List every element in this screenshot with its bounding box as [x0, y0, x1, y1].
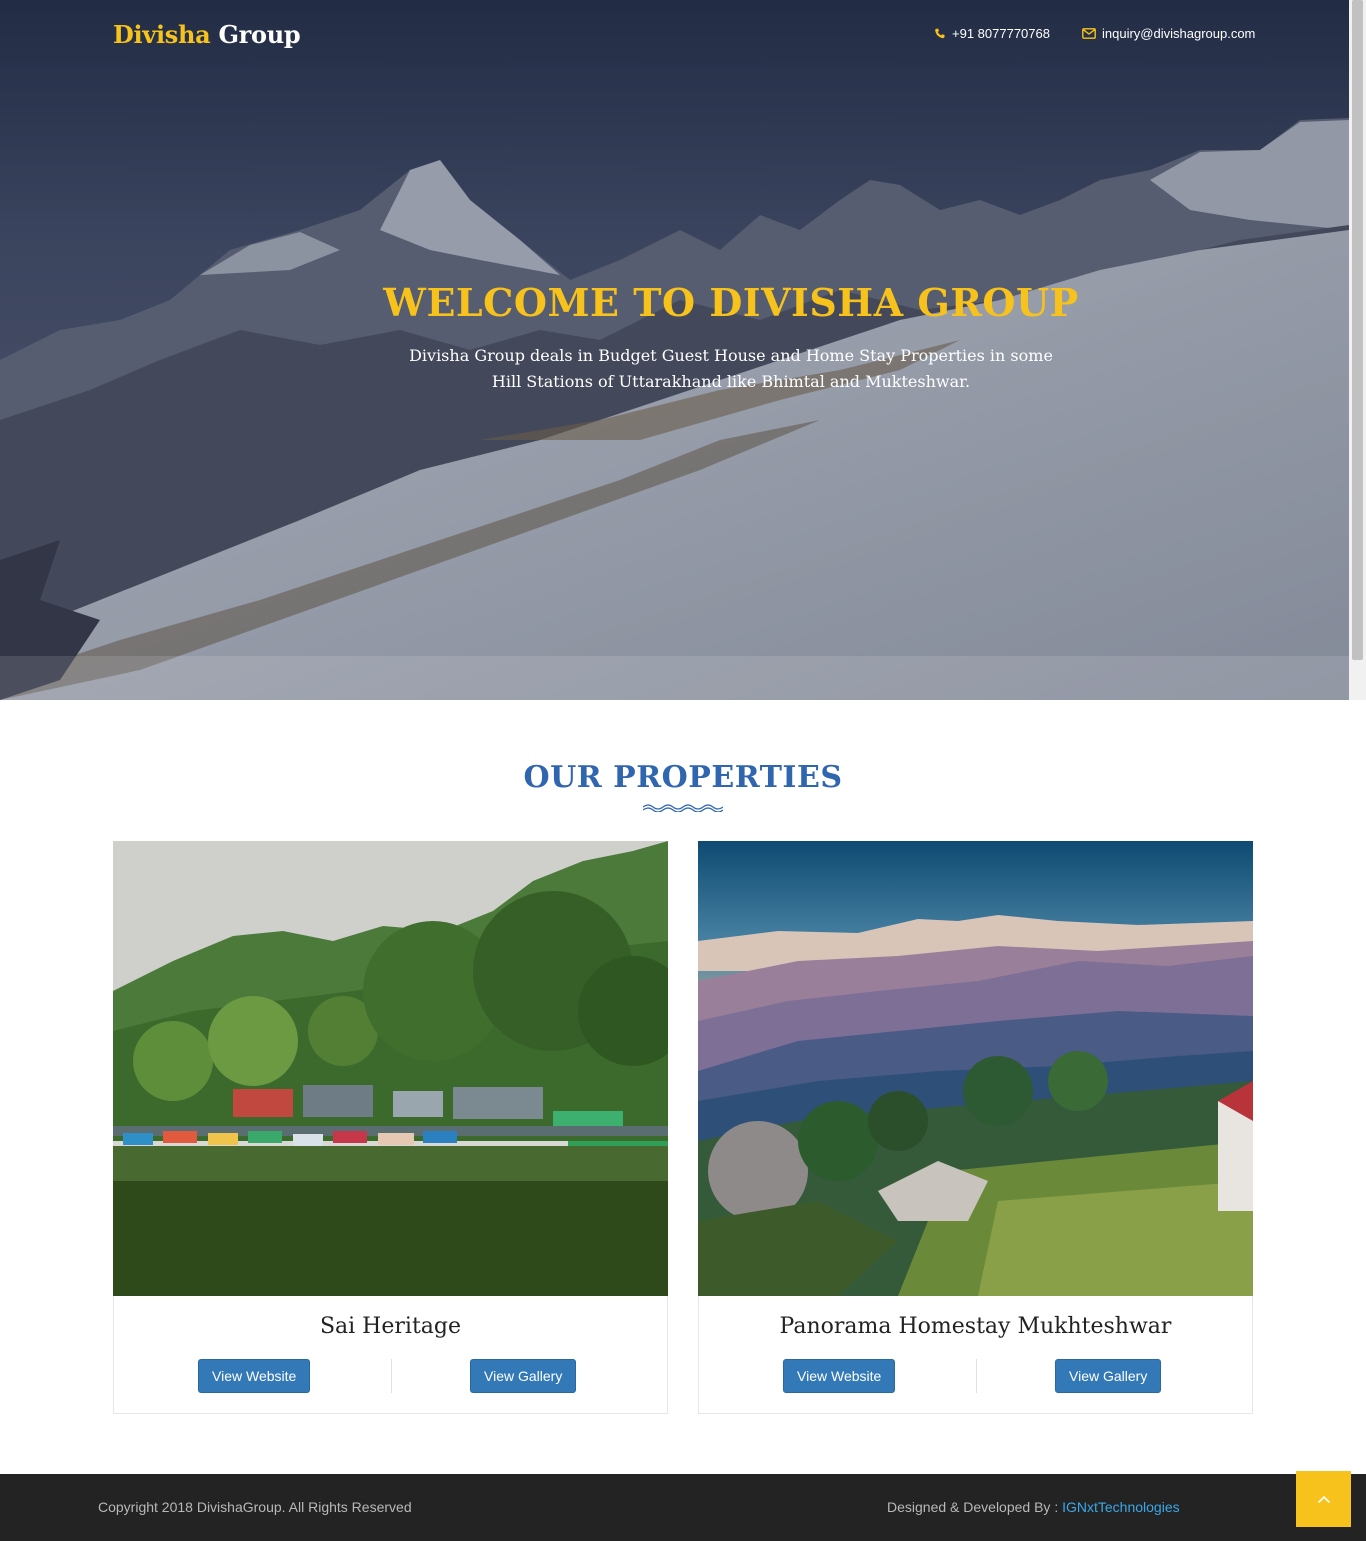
scrollbar-thumb[interactable] — [1352, 0, 1363, 660]
view-gallery-button[interactable]: View Gallery — [470, 1359, 577, 1393]
view-gallery-button[interactable]: View Gallery — [1055, 1359, 1162, 1393]
property-card-panorama-homestay: Panorama Homestay Mukhteshwar View Websi… — [698, 841, 1253, 1414]
envelope-icon — [1082, 28, 1096, 39]
wave-divider-icon — [643, 804, 723, 812]
button-divider — [976, 1359, 977, 1393]
property-image-lake[interactable] — [113, 841, 668, 1296]
hero-bottom-band — [0, 656, 1349, 700]
logo-text-secondary: Group — [218, 20, 301, 49]
property-image-mountains[interactable] — [698, 841, 1253, 1296]
credit-prefix: Designed & Developed By : — [887, 1499, 1059, 1515]
button-divider — [391, 1359, 392, 1393]
view-website-button[interactable]: View Website — [198, 1359, 311, 1393]
property-card-sai-heritage: Sai Heritage View Website View Gallery — [113, 841, 668, 1414]
developer-credit: Designed & Developed By : IGNxtTechnolog… — [887, 1499, 1180, 1515]
hero-subtitle: Divisha Group deals in Budget Guest Hous… — [409, 346, 1053, 391]
properties-section-title: OUR PROPERTIES — [523, 760, 843, 795]
page-scrollbar[interactable] — [1349, 0, 1366, 700]
logo-text-primary: Divisha — [113, 20, 211, 49]
hero-title: WELCOME TO DIVISHA GROUP — [383, 280, 1079, 325]
property-name: Sai Heritage — [319, 1314, 462, 1339]
phone-icon — [935, 28, 945, 38]
copyright-text: Copyright 2018 DivishaGroup. All Rights … — [98, 1499, 412, 1515]
phone-number: +91 8077770768 — [952, 26, 1050, 41]
property-name: Panorama Homestay Mukhteshwar — [779, 1314, 1172, 1339]
chevron-up-icon — [1317, 1495, 1330, 1503]
site-footer: Copyright 2018 DivishaGroup. All Rights … — [0, 1474, 1366, 1541]
developer-link[interactable]: IGNxtTechnologies — [1062, 1499, 1180, 1515]
site-logo[interactable]: Divisha Group — [113, 20, 301, 49]
header-phone[interactable]: +91 8077770768 — [934, 26, 1050, 41]
view-website-button[interactable]: View Website — [783, 1359, 896, 1393]
back-to-top-button[interactable] — [1296, 1471, 1351, 1527]
header-email[interactable]: inquiry@divishagroup.com — [1082, 26, 1255, 41]
email-address: inquiry@divishagroup.com — [1102, 26, 1256, 41]
hero-banner: Divisha Group +91 8077770768 inquiry@div… — [0, 0, 1349, 700]
